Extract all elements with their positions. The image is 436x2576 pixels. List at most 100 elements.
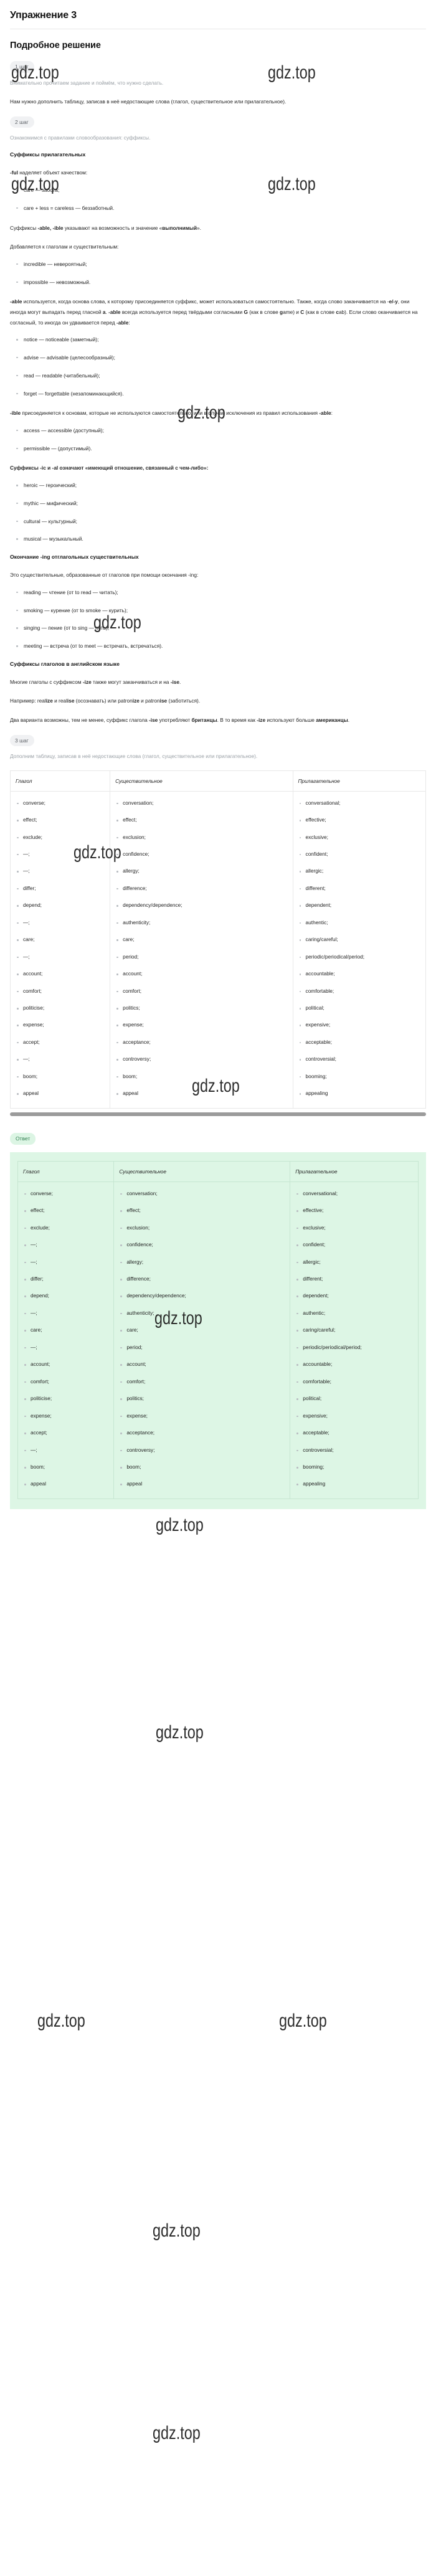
verbs-paragraph-1: Многие глаголы с суффиксом -ize также мо… xyxy=(10,677,426,688)
list-item: appealing xyxy=(299,1090,425,1097)
t: -ize xyxy=(257,717,266,724)
list-item: dependency/dependence; xyxy=(120,1293,290,1299)
t: присоединяется к основам, которые не исп… xyxy=(21,410,320,417)
list-item: account; xyxy=(120,1361,290,1368)
list-item: expense; xyxy=(24,1413,113,1419)
t: используется, когда основа слова, к кото… xyxy=(22,298,389,305)
t: и real xyxy=(52,698,67,704)
able-ible-suffixes: -able, -ible xyxy=(37,224,64,231)
list-item: —; xyxy=(24,1241,113,1248)
t: -ize xyxy=(82,678,92,685)
list-item: access — accessible (доступный); xyxy=(16,427,426,434)
list-item: comfort; xyxy=(24,1378,113,1385)
table-row: converse; effect; exclude; —; —; differ; depen… xyxy=(9,790,427,1109)
t: Два варианта возможны, тем не менее, суф… xyxy=(10,717,149,724)
list-item: authenticity; xyxy=(120,1310,290,1317)
list-item: care — забота; xyxy=(16,187,426,194)
noun-list: conversation; effect; exclusion; confidence… xyxy=(114,1182,290,1499)
list-item: confident; xyxy=(299,851,425,858)
t: (заботиться). xyxy=(167,698,201,704)
t: -ise xyxy=(149,717,158,724)
ful-intro: -ful наделяет объект качеством: xyxy=(10,168,426,178)
verb-list: converse; effect; exclude; —; —; differ; depen… xyxy=(18,1182,113,1499)
heading-verb-suffixes: Суффиксы глаголов в английском языке xyxy=(10,660,120,667)
list-item: —; xyxy=(16,851,110,858)
list-item: care; xyxy=(116,936,292,943)
list-item: effect; xyxy=(116,817,292,823)
list-item: permissible — (допустимый). xyxy=(16,445,426,452)
list-item: read — readable (читабельный); xyxy=(16,372,426,379)
cell-verbs: converse; effect; exclude; —; —; differ; depen… xyxy=(9,790,111,1109)
list-item: boom; xyxy=(116,1073,292,1080)
list-item: effective; xyxy=(296,1207,418,1214)
section-title: Подробное решение xyxy=(10,40,101,50)
t: Например: real xyxy=(10,698,46,704)
list-item: controversy; xyxy=(120,1447,290,1454)
list-item: converse; xyxy=(16,800,110,807)
list-item: differ; xyxy=(16,885,110,892)
list-item: different; xyxy=(299,885,425,892)
column-header-adjective: Прилагательное xyxy=(292,770,427,792)
list-item: expensive; xyxy=(296,1413,418,1419)
table-row: converse; effect; exclude; —; —; differ; depen… xyxy=(17,1181,419,1500)
list-item: comfort; xyxy=(120,1378,290,1385)
able-detail-paragraph: -able используется, когда основа слова, … xyxy=(10,296,426,328)
t: . xyxy=(179,678,181,685)
list-item: musical — музыкальный. xyxy=(16,536,426,542)
t: Суффиксы -ic и -al означают «имеющий отн… xyxy=(10,465,209,471)
t: : xyxy=(128,319,130,326)
list-item: meeting — встреча (от to meet — встречат… xyxy=(16,643,426,650)
list-item: different; xyxy=(296,1276,418,1282)
list-item: allergic; xyxy=(299,868,425,874)
able-examples-list-1: incredible — невероятный; impossible — н… xyxy=(10,261,426,286)
list-item: effect; xyxy=(24,1207,113,1214)
noun-list: conversation; effect; exclusion; confidence… xyxy=(110,792,292,1109)
list-item: acceptable; xyxy=(299,1039,425,1046)
watermark: gdz.top xyxy=(279,2010,327,2031)
cell-verbs: converse; effect; exclude; —; —; differ; depen… xyxy=(17,1181,115,1500)
list-item: comfort; xyxy=(16,988,110,995)
t: выполнимый xyxy=(162,224,197,231)
column-header-adjective: Прилагательное xyxy=(290,1160,419,1182)
list-item: reading — чтение (от to read — читать); xyxy=(16,589,426,596)
list-item: allergy; xyxy=(120,1259,290,1266)
list-item: accountable; xyxy=(296,1361,418,1368)
list-item: boom; xyxy=(24,1464,113,1470)
table-header-row: Глагол Существительное Прилагательное xyxy=(9,770,427,792)
t: -able xyxy=(10,298,22,305)
list-item: acceptable; xyxy=(296,1429,418,1436)
watermark: gdz.top xyxy=(156,1722,204,1743)
list-item: smoking — курение (от to smoke — курить)… xyxy=(16,607,426,614)
list-item: care + less = careless — беззаботный. xyxy=(16,205,426,212)
ful-intro-rest: наделяет объект качеством: xyxy=(17,169,88,176)
t: Многие глаголы с суффиксом xyxy=(10,678,83,685)
list-item: exclusive; xyxy=(296,1224,418,1231)
list-item: appeal xyxy=(116,1090,292,1097)
list-item: —; xyxy=(24,1310,113,1317)
list-item: appealing xyxy=(296,1480,418,1487)
column-header-verb: Глагол xyxy=(17,1160,115,1182)
list-item: comfortable; xyxy=(296,1378,418,1385)
list-item: effect; xyxy=(16,817,110,823)
horizontal-scrollbar[interactable] xyxy=(10,1112,426,1117)
cell-adjectives: conversational; effective; exclusive; confi… xyxy=(290,1181,419,1500)
list-item: incredible — невероятный; xyxy=(16,261,426,268)
list-item: notice — noticeable (заметный); xyxy=(16,336,426,343)
list-item: accountable; xyxy=(299,970,425,977)
ful-suffix: -ful xyxy=(10,169,18,176)
step-1-text: Нам нужно дополнить таблицу, записав в н… xyxy=(10,98,287,105)
list-item: —; xyxy=(16,1056,110,1063)
cell-adjectives: conversational; effective; exclusive; confi… xyxy=(292,790,427,1109)
list-item: politicise; xyxy=(24,1395,113,1402)
cell-nouns: conversation; effect; exclusion; confidence… xyxy=(113,1181,291,1500)
list-item: politics; xyxy=(120,1395,290,1402)
watermark: gdz.top xyxy=(153,2220,201,2241)
list-item: caring/careful; xyxy=(299,936,425,943)
t: : xyxy=(331,410,333,417)
list-item: politics; xyxy=(116,1005,292,1011)
t: ize xyxy=(45,698,53,704)
list-item: controversial; xyxy=(296,1447,418,1454)
t: (осознавать) или patron xyxy=(74,698,133,704)
list-item: expense; xyxy=(116,1022,292,1028)
watermark: gdz.top xyxy=(37,2010,85,2031)
